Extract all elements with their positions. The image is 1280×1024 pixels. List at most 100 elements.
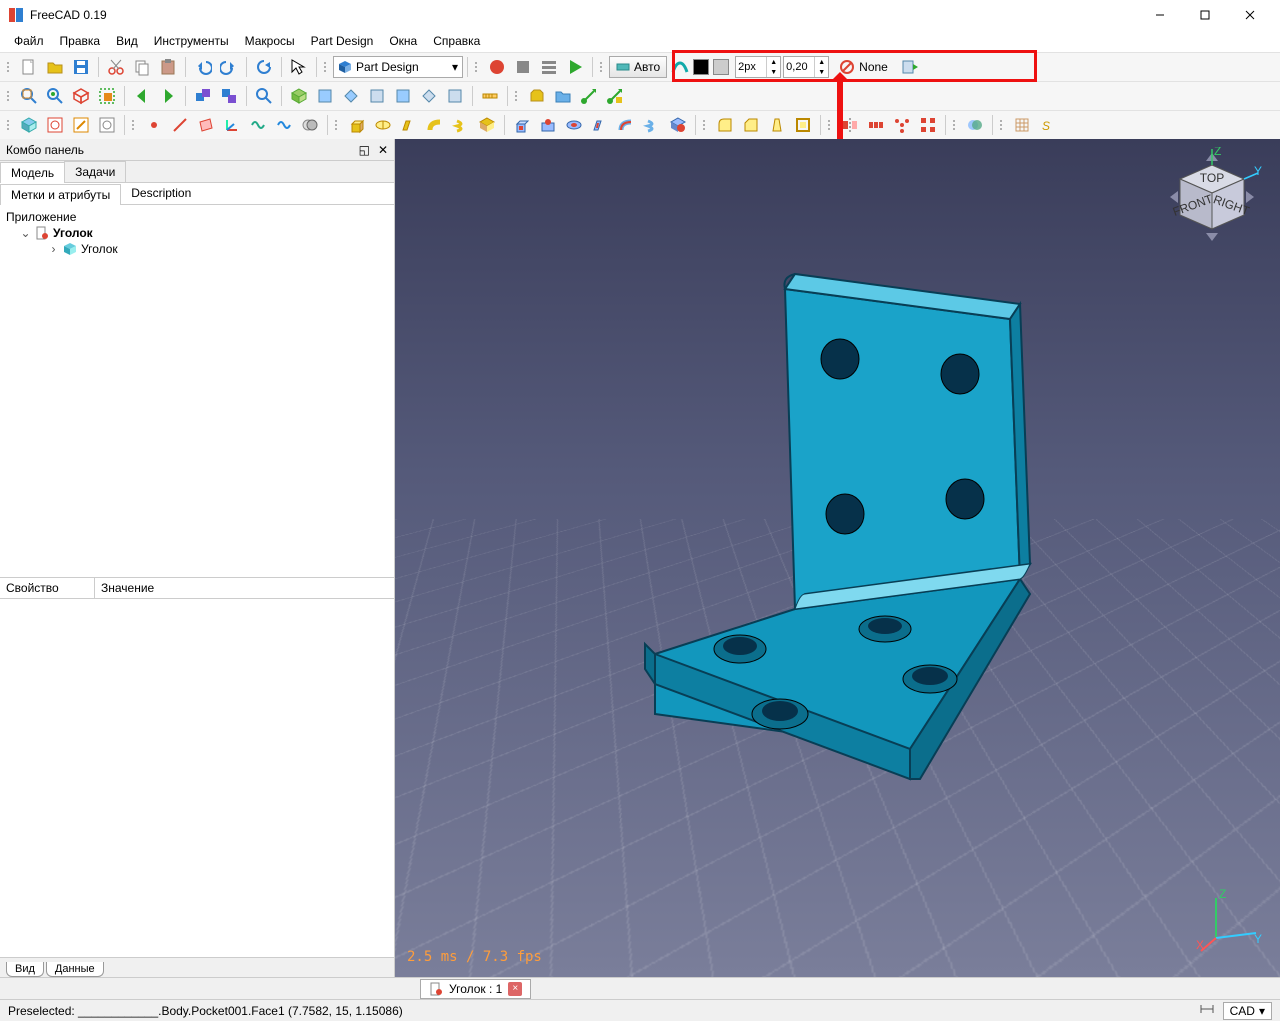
spin-up-icon[interactable]: ▲: [766, 57, 780, 67]
link-actions-icon[interactable]: [603, 84, 627, 108]
workbench-selector[interactable]: Part Design ▾: [333, 56, 463, 78]
whatsthis-icon[interactable]: [287, 55, 311, 79]
draft-icon[interactable]: [765, 113, 789, 137]
macro-list-icon[interactable]: [537, 55, 561, 79]
maximize-button[interactable]: [1182, 0, 1227, 30]
bounding-box-icon[interactable]: [95, 84, 119, 108]
edit-sketch-icon[interactable]: [69, 113, 93, 137]
goto-deepest-icon[interactable]: [217, 84, 241, 108]
link-make-icon[interactable]: [577, 84, 601, 108]
current-line-color-icon[interactable]: [668, 55, 692, 79]
menu-help[interactable]: Справка: [425, 32, 488, 50]
redo-icon[interactable]: [217, 55, 241, 79]
top-view-icon[interactable]: [339, 84, 363, 108]
datum-line-icon[interactable]: [168, 113, 192, 137]
tree-body-row[interactable]: › Уголок: [6, 241, 388, 257]
expand-icon[interactable]: ›: [48, 242, 59, 256]
font-size-input[interactable]: [784, 61, 814, 73]
copy-icon[interactable]: [130, 55, 154, 79]
isometric-view-icon[interactable]: [287, 84, 311, 108]
subtab-labels[interactable]: Метки и атрибуты: [0, 184, 121, 205]
toolbar-grip[interactable]: [953, 114, 959, 136]
shapebinder-icon[interactable]: [246, 113, 270, 137]
multitransform-icon[interactable]: [916, 113, 940, 137]
minimize-button[interactable]: [1137, 0, 1182, 30]
toolbar-grip[interactable]: [7, 56, 13, 78]
clone-icon[interactable]: [298, 113, 322, 137]
3d-viewport[interactable]: 2.5 ms / 7.3 fps TOP FRONT RIGHT Z Y Z Y…: [395, 139, 1280, 977]
sketch-preferences-icon[interactable]: S: [1036, 113, 1060, 137]
left-view-icon[interactable]: [443, 84, 467, 108]
toolbar-grip[interactable]: [703, 114, 709, 136]
toggle-grid-icon[interactable]: [1010, 113, 1034, 137]
tab-view[interactable]: Вид: [6, 962, 44, 977]
save-icon[interactable]: [69, 55, 93, 79]
tree-app-row[interactable]: Приложение: [6, 209, 388, 225]
menu-file[interactable]: Файл: [6, 32, 52, 50]
subtab-description[interactable]: Description: [121, 183, 201, 204]
undo-icon[interactable]: [191, 55, 215, 79]
macro-record-icon[interactable]: [485, 55, 509, 79]
rear-view-icon[interactable]: [391, 84, 415, 108]
front-view-icon[interactable]: [313, 84, 337, 108]
draw-style-icon[interactable]: [69, 84, 93, 108]
dimension-icon[interactable]: [1199, 1003, 1215, 1018]
new-file-icon[interactable]: [17, 55, 41, 79]
toolbar-grip[interactable]: [335, 114, 341, 136]
face-color-swatch[interactable]: [693, 59, 709, 75]
toolbar-grip[interactable]: [1000, 114, 1006, 136]
revolution-icon[interactable]: [371, 113, 395, 137]
collapse-icon[interactable]: ⌄: [20, 226, 31, 240]
hole-icon[interactable]: [536, 113, 560, 137]
datum-cs-icon[interactable]: [220, 113, 244, 137]
open-file-icon[interactable]: [43, 55, 67, 79]
apply-style-icon[interactable]: [898, 55, 922, 79]
subtractive-primitive-icon[interactable]: [666, 113, 690, 137]
create-body-icon[interactable]: [17, 113, 41, 137]
spin-down-icon[interactable]: ▼: [766, 67, 780, 77]
menu-edit[interactable]: Правка: [52, 32, 109, 50]
datum-point-icon[interactable]: [142, 113, 166, 137]
pipe-icon[interactable]: [423, 113, 447, 137]
line-width-input[interactable]: [736, 61, 766, 73]
toolbar-grip[interactable]: [600, 56, 606, 78]
right-view-icon[interactable]: [365, 84, 389, 108]
measure-icon[interactable]: [478, 84, 502, 108]
toolbar-grip[interactable]: [324, 56, 330, 78]
spin-down-icon[interactable]: ▼: [814, 67, 828, 77]
tab-model[interactable]: Модель: [0, 162, 65, 183]
line-color-swatch[interactable]: [713, 59, 729, 75]
document-tab[interactable]: Уголок : 1 ×: [420, 979, 531, 999]
pocket-icon[interactable]: [510, 113, 534, 137]
model-tree[interactable]: Приложение ⌄ Уголок › Уголок: [0, 205, 394, 577]
refresh-icon[interactable]: [252, 55, 276, 79]
menu-tools[interactable]: Инструменты: [146, 32, 237, 50]
tree-doc-row[interactable]: ⌄ Уголок: [6, 225, 388, 241]
toolbar-grip[interactable]: [475, 56, 481, 78]
toolbar-grip[interactable]: [828, 114, 834, 136]
map-sketch-icon[interactable]: [95, 113, 119, 137]
subtractive-helix-icon[interactable]: [640, 113, 664, 137]
datum-plane-icon[interactable]: [194, 113, 218, 137]
menu-view[interactable]: Вид: [108, 32, 146, 50]
fit-all-icon[interactable]: [17, 84, 41, 108]
spin-up-icon[interactable]: ▲: [814, 57, 828, 67]
fillet-icon[interactable]: [713, 113, 737, 137]
pad-icon[interactable]: [345, 113, 369, 137]
loft-icon[interactable]: [397, 113, 421, 137]
font-size-spinner[interactable]: ▲▼: [783, 56, 829, 78]
goto-linked-icon[interactable]: [191, 84, 215, 108]
close-panel-icon[interactable]: ✕: [378, 143, 388, 157]
subtractive-loft-icon[interactable]: [588, 113, 612, 137]
group-folder-icon[interactable]: [551, 84, 575, 108]
part-bracket[interactable]: [610, 249, 1130, 809]
groove-icon[interactable]: [562, 113, 586, 137]
boolean-icon[interactable]: [963, 113, 987, 137]
menu-partdesign[interactable]: Part Design: [303, 32, 382, 50]
toolbar-grip[interactable]: [7, 85, 13, 107]
close-tab-icon[interactable]: ×: [508, 982, 522, 996]
macro-run-icon[interactable]: [563, 55, 587, 79]
subtractive-pipe-icon[interactable]: [614, 113, 638, 137]
polar-pattern-icon[interactable]: [890, 113, 914, 137]
additive-primitive-icon[interactable]: [475, 113, 499, 137]
